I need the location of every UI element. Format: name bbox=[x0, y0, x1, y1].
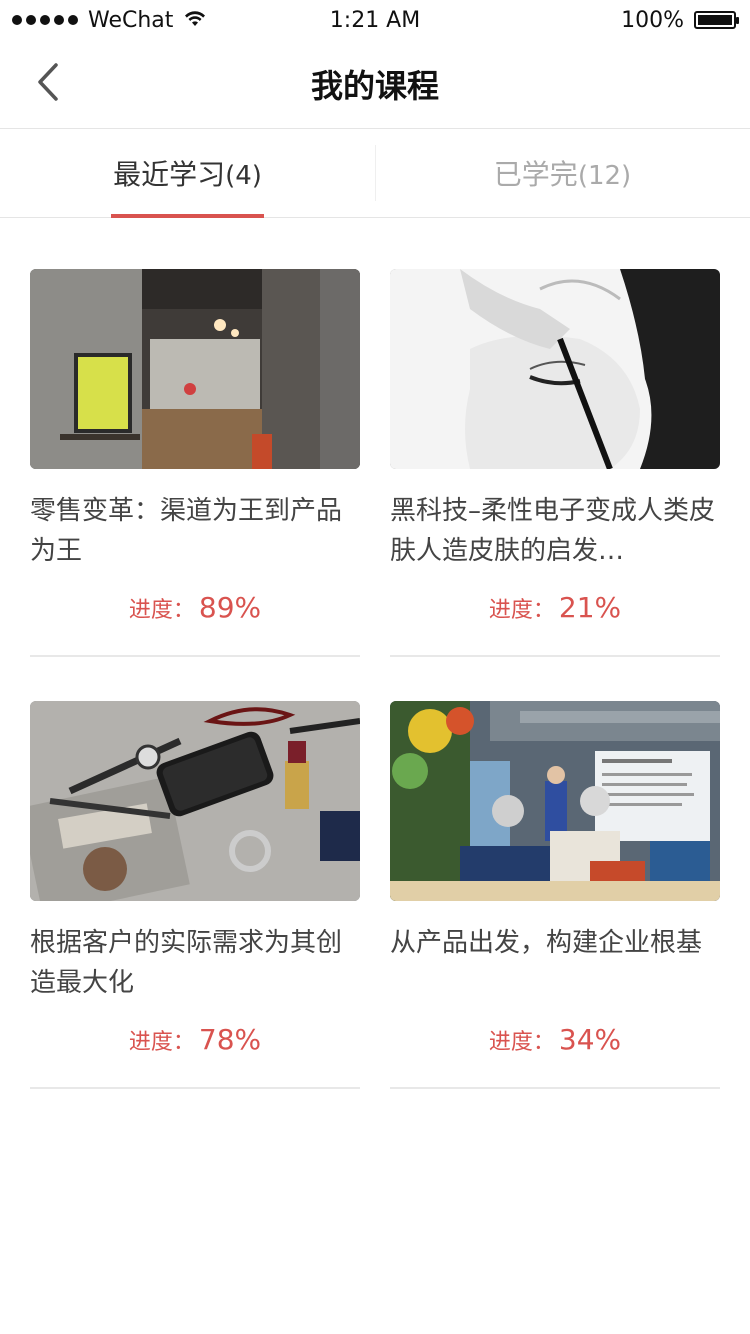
course-card[interactable]: 从产品出发，构建企业根基 进度： 34% bbox=[390, 701, 720, 1089]
status-right: 100% bbox=[621, 7, 739, 33]
carrier-label: WeChat bbox=[88, 7, 174, 33]
battery-icon bbox=[694, 11, 739, 29]
course-title: 黑科技–柔性电子变成人类皮肤人造皮肤的启发… bbox=[390, 496, 716, 566]
course-title: 根据客户的实际需求为其创造最大化 bbox=[30, 928, 343, 998]
wifi-icon bbox=[183, 8, 207, 33]
course-card[interactable]: 零售变革：渠道为王到产品为王 进度： 89% bbox=[30, 269, 360, 657]
course-title: 从产品出发，构建企业根基 bbox=[390, 928, 703, 958]
signal-icon bbox=[12, 15, 78, 25]
course-grid: 零售变革：渠道为王到产品为王 进度： 89% 黑科技–柔性电子变成人类皮肤人造皮肤… bbox=[30, 269, 720, 1089]
back-button[interactable] bbox=[28, 62, 68, 106]
tab-completed[interactable]: 已学完(12) bbox=[375, 129, 750, 217]
progress-value: 21% bbox=[558, 591, 622, 624]
progress-value: 34% bbox=[558, 1023, 622, 1056]
tab-recent-learning[interactable]: 最近学习(4) bbox=[0, 129, 375, 218]
course-progress: 进度： 78% bbox=[128, 1023, 262, 1056]
chevron-left-icon bbox=[37, 63, 59, 105]
course-thumbnail-office bbox=[30, 269, 360, 469]
tab-recent-label: 最近学习(4) bbox=[113, 158, 262, 191]
page-title: 我的课程 bbox=[310, 67, 439, 105]
progress-value: 89% bbox=[198, 591, 262, 624]
course-progress: 进度： 21% bbox=[488, 591, 622, 624]
course-progress: 进度： 34% bbox=[488, 1023, 622, 1056]
navigation-bar: 我的课程 bbox=[0, 40, 750, 129]
course-thumbnail-accessories bbox=[30, 701, 360, 901]
status-bar: WeChat 1:21 AM 100% bbox=[0, 0, 750, 40]
course-thumbnail-makeup bbox=[390, 269, 720, 469]
course-tabs: 最近学习(4) 已学完(12) bbox=[0, 129, 750, 218]
course-thumbnail-lecture bbox=[390, 701, 720, 901]
battery-percent: 100% bbox=[621, 7, 684, 33]
status-time: 1:21 AM bbox=[329, 7, 421, 33]
active-tab-indicator bbox=[111, 214, 264, 218]
course-card[interactable]: 根据客户的实际需求为其创造最大化 进度： 78% bbox=[30, 701, 360, 1089]
progress-value: 78% bbox=[198, 1023, 262, 1056]
status-left: WeChat bbox=[12, 8, 207, 33]
course-progress: 进度： 89% bbox=[128, 591, 262, 624]
course-title: 零售变革：渠道为王到产品为王 bbox=[30, 496, 343, 566]
tab-completed-label: 已学完(12) bbox=[493, 158, 632, 191]
course-card[interactable]: 黑科技–柔性电子变成人类皮肤人造皮肤的启发… 进度： 21% bbox=[390, 269, 720, 657]
